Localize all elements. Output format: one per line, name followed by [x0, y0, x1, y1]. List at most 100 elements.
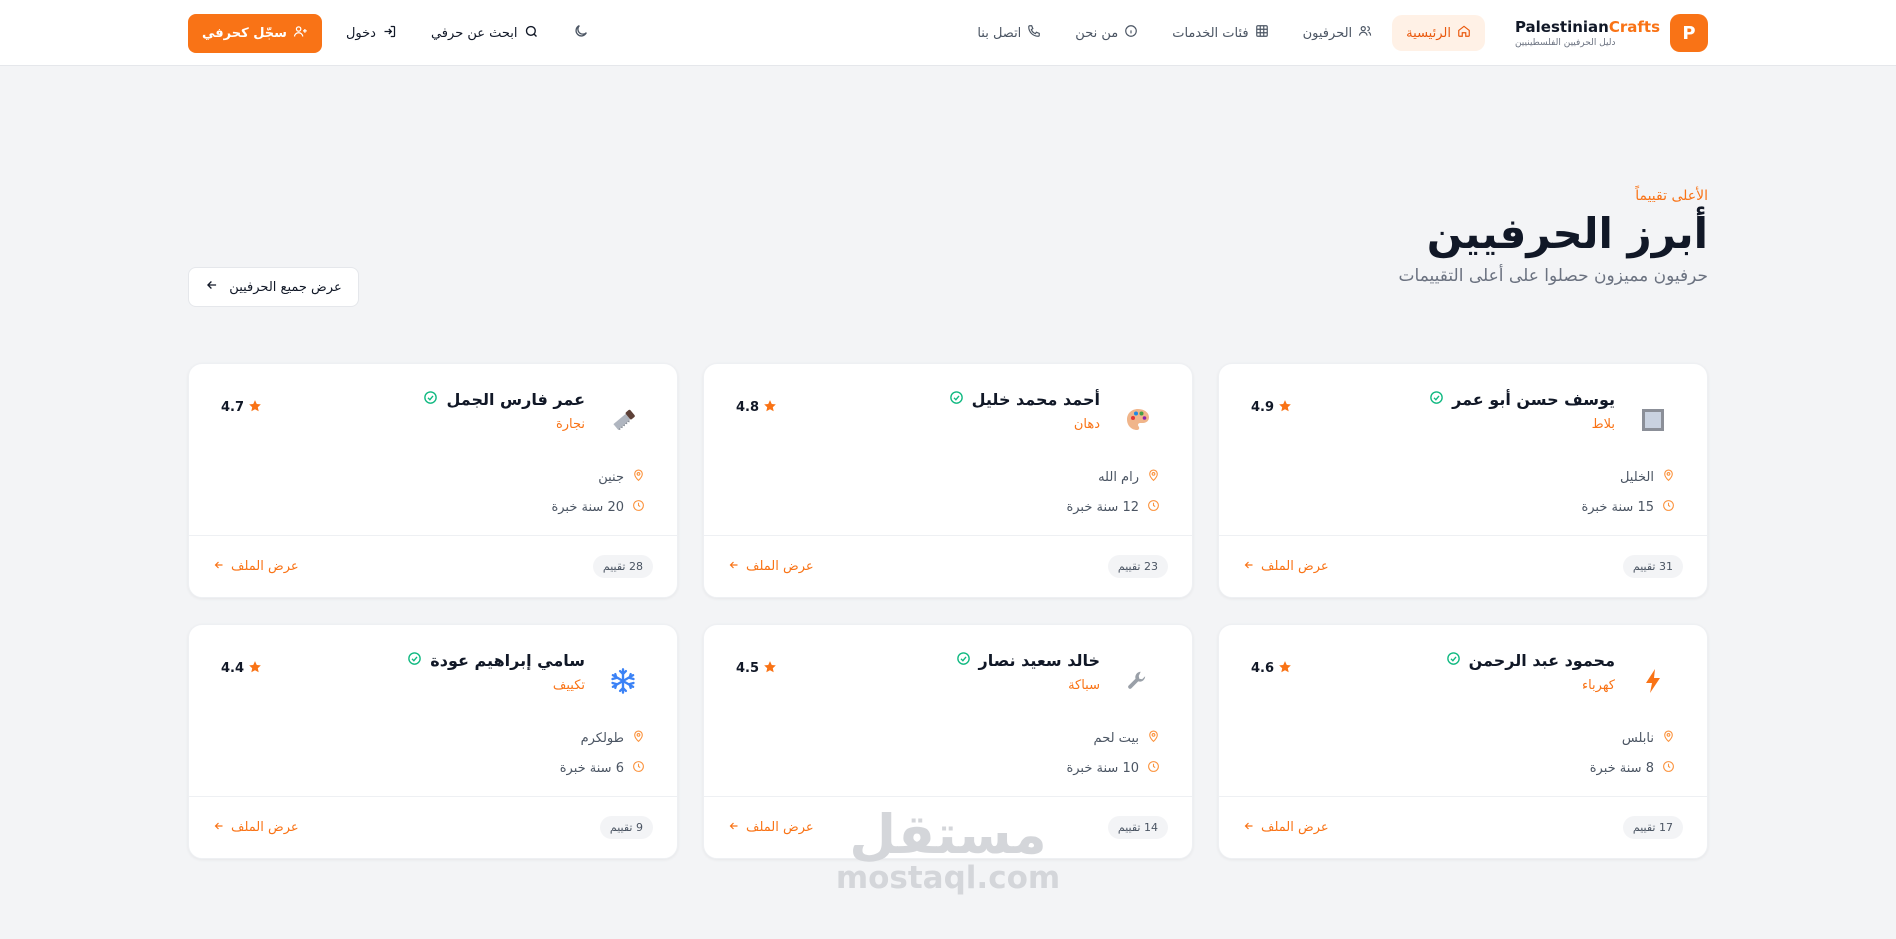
- moon-icon: [573, 23, 589, 43]
- wrench-icon: [1116, 659, 1160, 703]
- craftsmen-grid: يوسف حسن أبو عمر بلاط 4.9 الخليل 15 سنة …: [188, 363, 1708, 859]
- nav-item-craftsmen[interactable]: الحرفيون: [1289, 15, 1387, 51]
- location-row: الخليل: [1581, 469, 1675, 486]
- map-pin-icon: [632, 730, 645, 747]
- view-all-label: عرض جميع الحرفيين: [229, 279, 342, 295]
- experience-row: 15 سنة خبرة: [1581, 499, 1675, 516]
- rating: 4.4: [221, 659, 262, 678]
- craftsman-card[interactable]: سامي إبراهيم عودة تكييف 4.4 طولكرم 6 سنة…: [188, 624, 678, 859]
- reviews-count-badge: 9 تقييم: [599, 816, 653, 839]
- users-icon: [1358, 24, 1372, 42]
- login-icon: [382, 24, 397, 43]
- brand[interactable]: P PalestinianCrafts دليل الحرفيين الفلسط…: [1515, 14, 1708, 52]
- craftsman-card[interactable]: عمر فارس الجمل نجارة 4.7 جنين 20 سنة خبر…: [188, 363, 678, 598]
- verified-check-icon: [1446, 651, 1461, 670]
- rating-value: 4.5: [736, 661, 760, 676]
- experience-row: 12 سنة خبرة: [1066, 499, 1160, 516]
- nav-item-home[interactable]: الرئيسية: [1392, 15, 1485, 51]
- rating: 4.7: [221, 398, 262, 417]
- craftsman-trade: كهرباء: [1581, 678, 1615, 693]
- brand-logo[interactable]: P: [1670, 14, 1708, 52]
- craftsman-trade: سباكة: [1068, 678, 1100, 693]
- craftsman-name[interactable]: يوسف حسن أبو عمر: [1452, 390, 1615, 409]
- experience-row: 10 سنة خبرة: [1066, 760, 1160, 777]
- view-profile-label: عرض الملف: [1261, 820, 1329, 835]
- craftsman-city: طولكرم: [580, 731, 624, 746]
- craftsman-card[interactable]: خالد سعيد نصار سباكة 4.5 بيت لحم 10 سنة …: [703, 624, 1193, 859]
- verified-check-icon: [407, 651, 422, 670]
- view-profile-link[interactable]: عرض الملف: [1243, 820, 1329, 836]
- arrow-left-icon: [1243, 559, 1255, 575]
- header-actions: ابحث عن حرفي دخول سجّل كحرفي: [188, 13, 599, 53]
- craftsman-card[interactable]: محمود عبد الرحمن كهرباء 4.6 نابلس 8 سنة …: [1218, 624, 1708, 859]
- craftsman-experience: 8 سنة خبرة: [1589, 761, 1654, 776]
- login-button[interactable]: دخول: [336, 16, 407, 51]
- arrow-left-icon: [213, 559, 225, 575]
- watermark-latin: mostaql.com: [835, 860, 1061, 896]
- view-profile-link[interactable]: عرض الملف: [728, 820, 814, 836]
- craftsman-name[interactable]: عمر فارس الجمل: [446, 390, 585, 409]
- reviews-count-badge: 17 تقييم: [1622, 816, 1683, 839]
- craftsman-experience: 6 سنة خبرة: [559, 761, 624, 776]
- craftsman-experience: 15 سنة خبرة: [1581, 500, 1654, 515]
- nav-item-label: الرئيسية: [1406, 25, 1451, 41]
- info-icon: [1124, 24, 1138, 42]
- tile-icon: [1631, 398, 1675, 442]
- map-pin-icon: [632, 469, 645, 486]
- clock-icon: [1147, 760, 1160, 777]
- rating: 4.9: [1251, 398, 1292, 417]
- map-pin-icon: [1662, 730, 1675, 747]
- location-row: نابلس: [1590, 730, 1675, 747]
- craftsman-experience: 20 سنة خبرة: [551, 500, 624, 515]
- verified-check-icon: [423, 390, 438, 409]
- view-profile-link[interactable]: عرض الملف: [213, 820, 299, 836]
- nav-item-categories[interactable]: فئات الخدمات: [1158, 15, 1282, 51]
- map-pin-icon: [1662, 469, 1675, 486]
- experience-row: 20 سنة خبرة: [551, 499, 645, 516]
- nav-item-contact[interactable]: اتصل بنا: [963, 15, 1055, 51]
- reviews-count-badge: 23 تقييم: [1107, 555, 1168, 578]
- craftsman-experience: 12 سنة خبرة: [1066, 500, 1139, 515]
- view-profile-label: عرض الملف: [746, 559, 814, 574]
- craftsman-name[interactable]: سامي إبراهيم عودة: [430, 651, 585, 670]
- star-icon: [1278, 659, 1292, 678]
- rating: 4.8: [736, 398, 777, 417]
- grid-icon: [1255, 24, 1269, 42]
- register-craftsman-button[interactable]: سجّل كحرفي: [188, 13, 322, 53]
- map-pin-icon: [1147, 730, 1160, 747]
- view-profile-link[interactable]: عرض الملف: [1243, 559, 1329, 575]
- rating-value: 4.8: [736, 400, 760, 415]
- search-craftsman-button[interactable]: ابحث عن حرفي: [421, 16, 549, 51]
- craftsman-trade: نجارة: [555, 417, 585, 432]
- craftsman-name[interactable]: محمود عبد الرحمن: [1469, 651, 1615, 670]
- section-title: أبرز الحرفيين: [1426, 209, 1708, 258]
- craftsman-card[interactable]: أحمد محمد خليل دهان 4.8 رام الله 12 سنة …: [703, 363, 1193, 598]
- clock-icon: [1147, 499, 1160, 516]
- brand-name-part2: Crafts: [1608, 18, 1660, 36]
- craftsman-city: نابلس: [1621, 731, 1654, 746]
- rating: 4.5: [736, 659, 777, 678]
- craftsman-name[interactable]: أحمد محمد خليل: [972, 390, 1100, 409]
- nav-item-label: اتصل بنا: [977, 25, 1022, 41]
- view-all-craftsmen-button[interactable]: عرض جميع الحرفيين: [188, 267, 359, 307]
- clock-icon: [632, 760, 645, 777]
- palette-icon: [1116, 398, 1160, 442]
- nav-item-label: الحرفيون: [1302, 25, 1353, 41]
- nav-item-about[interactable]: من نحن: [1061, 15, 1152, 51]
- snowflake-icon: [601, 659, 645, 703]
- craftsman-card[interactable]: يوسف حسن أبو عمر بلاط 4.9 الخليل 15 سنة …: [1218, 363, 1708, 598]
- theme-toggle[interactable]: [563, 15, 599, 51]
- rating: 4.6: [1251, 659, 1292, 678]
- view-profile-link[interactable]: عرض الملف: [213, 559, 299, 575]
- lightning-icon: [1631, 659, 1675, 703]
- craftsman-trade: بلاط: [1591, 417, 1615, 432]
- reviews-count-badge: 28 تقييم: [592, 555, 653, 578]
- star-icon: [248, 659, 262, 678]
- view-profile-link[interactable]: عرض الملف: [728, 559, 814, 575]
- section-header: الأعلى تقييماً أبرز الحرفيين حرفيون مميز…: [1399, 188, 1708, 286]
- search-icon: [524, 24, 539, 43]
- location-row: جنين: [551, 469, 645, 486]
- rating-value: 4.4: [221, 661, 245, 676]
- location-row: بيت لحم: [1066, 730, 1160, 747]
- craftsman-name[interactable]: خالد سعيد نصار: [979, 651, 1100, 670]
